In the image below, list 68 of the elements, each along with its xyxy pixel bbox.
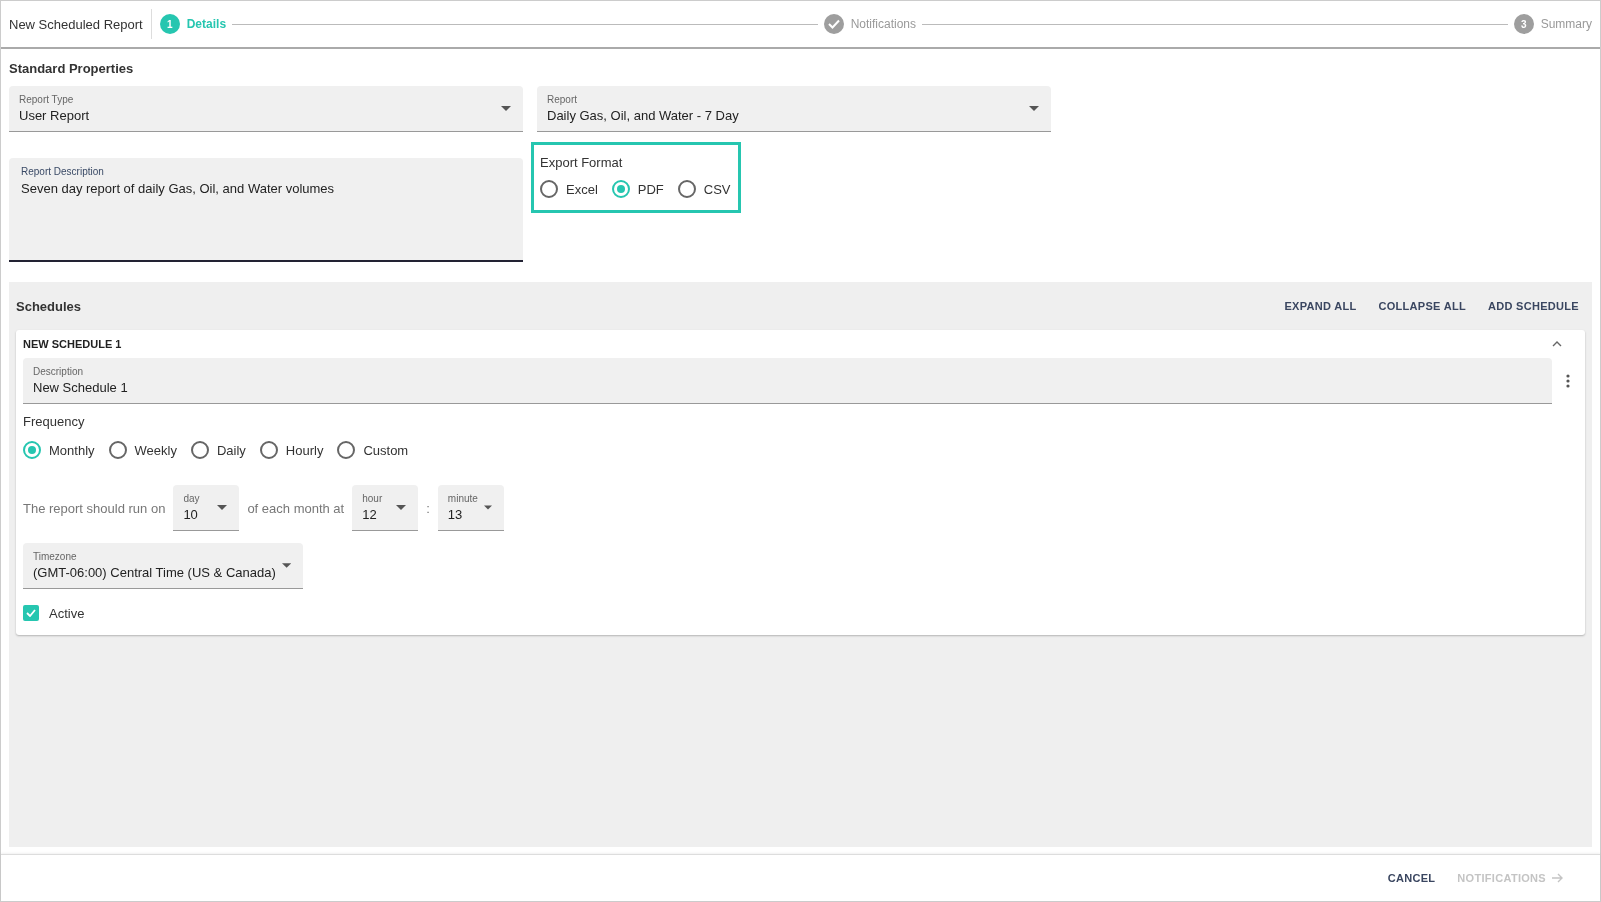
text-button[interactable]: ADD SCHEDULE (1482, 296, 1585, 316)
radio-option[interactable]: CSV (677, 180, 731, 198)
check-icon (827, 19, 840, 29)
field-value: User Report (19, 108, 91, 123)
description-field[interactable]: Description New Schedule 1 (23, 358, 1552, 404)
group-label: Frequency (23, 414, 85, 429)
field-label: Report (547, 94, 578, 105)
field-value: Daily Gas, Oil, and Water - 7 Day (547, 108, 740, 123)
minute-select[interactable]: minute 13 (437, 485, 504, 531)
active-checkbox-row[interactable]: Active (23, 605, 85, 621)
radio-button[interactable] (190, 441, 209, 459)
field-label: Description (33, 366, 85, 377)
section-heading: Standard Properties (9, 61, 135, 76)
radio-option[interactable]: Excel (540, 180, 598, 198)
field-label: day (183, 493, 201, 504)
dialog-title: New Scheduled Report (9, 16, 143, 32)
dropdown-caret-icon (281, 563, 291, 568)
field-label: Report Type (19, 94, 75, 105)
dropdown-caret-icon (483, 505, 492, 510)
field-label: Report Description (21, 166, 105, 177)
field-label: minute (447, 493, 478, 504)
radio-option[interactable]: Weekly (108, 441, 177, 459)
report-select[interactable]: Report Daily Gas, Oil, and Water - 7 Day (537, 86, 1051, 132)
arrow-right-icon (1552, 873, 1564, 883)
field-label: hour (362, 493, 384, 504)
field-value: (GMT-06:00) Central Time (US & Canada) (33, 565, 276, 580)
field-value: 12 (362, 507, 378, 522)
radio-button[interactable] (23, 441, 41, 459)
radio-option[interactable]: PDF (611, 180, 664, 198)
dropdown-caret-icon (396, 505, 407, 510)
radio-button[interactable] (108, 441, 127, 459)
radio-option[interactable]: Hourly (259, 441, 324, 459)
dropdown-caret-icon (217, 505, 228, 510)
description-textarea[interactable]: Report Description Seven day report of daily Gas, Oil, and Water volumes (9, 158, 523, 262)
dropdown-caret-icon (1029, 106, 1039, 111)
schedule-title: NEW SCHEDULE 1 (23, 338, 122, 350)
run-text: The report should run on (23, 500, 166, 516)
field-value: 10 (183, 507, 199, 522)
hour-select[interactable]: hour 12 (352, 485, 419, 531)
report-type-select[interactable]: Report Type User Report (9, 86, 523, 132)
field-value: Seven day report of daily Gas, Oil, and Water volumes (21, 181, 336, 196)
radio-button[interactable] (677, 180, 696, 198)
text-button[interactable]: EXPAND ALL (1278, 296, 1363, 316)
field-value: 13 (447, 507, 464, 522)
collapse-chevron-icon[interactable] (1552, 341, 1562, 347)
radio-button[interactable] (259, 441, 278, 459)
section-heading: Schedules (16, 298, 82, 314)
group-label: Export Format (540, 155, 624, 170)
day-select[interactable]: day 10 (173, 485, 240, 531)
check-icon (26, 609, 36, 617)
run-text: of each month at (247, 500, 345, 516)
text-button[interactable]: COLLAPSE ALL (1372, 296, 1472, 316)
more-options-icon[interactable] (1566, 374, 1570, 388)
time-separator: : (426, 500, 430, 516)
field-value: New Schedule 1 (33, 380, 129, 395)
radio-button[interactable] (540, 180, 558, 198)
cancel-button[interactable]: CANCEL (1381, 868, 1442, 888)
checkbox[interactable] (23, 605, 39, 621)
timezone-select[interactable]: Timezone (GMT-06:00) Central Time (US & Canada) (23, 543, 303, 589)
radio-option[interactable]: Monthly (23, 441, 95, 459)
step-number: 1 (159, 14, 180, 34)
radio-button[interactable] (611, 180, 630, 198)
radio-option[interactable]: Custom (337, 441, 409, 459)
field-label: Timezone (33, 551, 78, 562)
dropdown-caret-icon (501, 106, 511, 111)
radio-option[interactable]: Daily (190, 441, 246, 459)
radio-button[interactable] (337, 441, 356, 459)
step-number: 3 (1513, 14, 1534, 34)
